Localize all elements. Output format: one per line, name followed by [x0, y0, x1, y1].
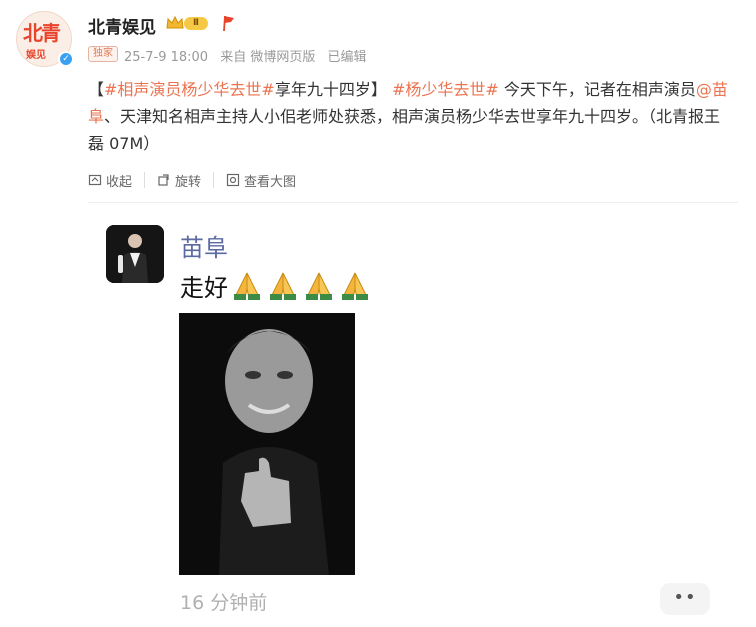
post-text: 【#相声演员杨少华去世#享年九十四岁】 #杨少华去世# 今天下午，记者在相声演员… [88, 76, 728, 157]
verified-badge-icon: ✓ [58, 51, 74, 67]
crown-icon [166, 15, 184, 29]
avatar-logo-text: 北青 [23, 21, 61, 45]
embedded-message: 走好 [180, 268, 372, 303]
view-large-icon [226, 173, 240, 187]
post-body-part2: 、天津知名相声主持人小佀老师处获悉，相声演员杨少华去世享年九十四岁。（北青报王磊… [88, 107, 721, 153]
person-avatar-icon [106, 225, 164, 283]
rotate-label: 旋转 [175, 174, 202, 190]
view-large-button[interactable]: 查看大图 [226, 172, 308, 190]
flag-icon[interactable] [222, 14, 236, 32]
headline: 享年九十四岁 [274, 80, 371, 99]
portrait-image [179, 313, 355, 575]
collapse-label: 收起 [106, 174, 133, 190]
vip-level-badge[interactable]: Ⅱ [184, 17, 208, 30]
collapse-icon [88, 174, 102, 186]
rotate-icon [158, 174, 169, 186]
embedded-username[interactable]: 苗阜 [180, 228, 228, 263]
embedded-message-text: 走好 [180, 274, 228, 302]
embedded-timestamp: 16 分钟前 [180, 592, 268, 614]
embedded-avatar [106, 225, 164, 283]
edited-label[interactable]: 已编辑 [327, 50, 366, 65]
account-name[interactable]: 北青娱见 [88, 13, 156, 38]
pray-icon [342, 272, 368, 300]
open-bracket: 【 [88, 80, 105, 99]
pray-icon [306, 272, 332, 300]
exclusive-tag: 独家 [88, 46, 118, 62]
image-actions: 收起 旋转 查看大图 [88, 172, 320, 190]
collapse-button[interactable]: 收起 [88, 172, 146, 190]
memorial-photo[interactable] [179, 313, 355, 575]
post-meta: 25-7-9 18:00 来自 微博网页版 已编辑 [124, 46, 375, 65]
more-options-button[interactable]: •• [660, 583, 710, 615]
view-large-label: 查看大图 [244, 174, 297, 190]
pray-icon [234, 272, 260, 300]
topic-tag-2[interactable]: #杨少华去世# [392, 80, 499, 99]
avatar-logo-subtext: 娱见 [26, 50, 46, 61]
pray-icon [270, 272, 296, 300]
post-date[interactable]: 25-7-9 18:00 [124, 50, 208, 65]
rotate-button[interactable]: 旋转 [157, 172, 215, 190]
topic-tag-1[interactable]: #相声演员杨少华去世# [104, 80, 275, 99]
post-source: 来自 微博网页版 [220, 50, 316, 65]
post-body-part1: 今天下午，记者在相声演员 [498, 80, 696, 99]
close-bracket: 】 [370, 80, 387, 99]
